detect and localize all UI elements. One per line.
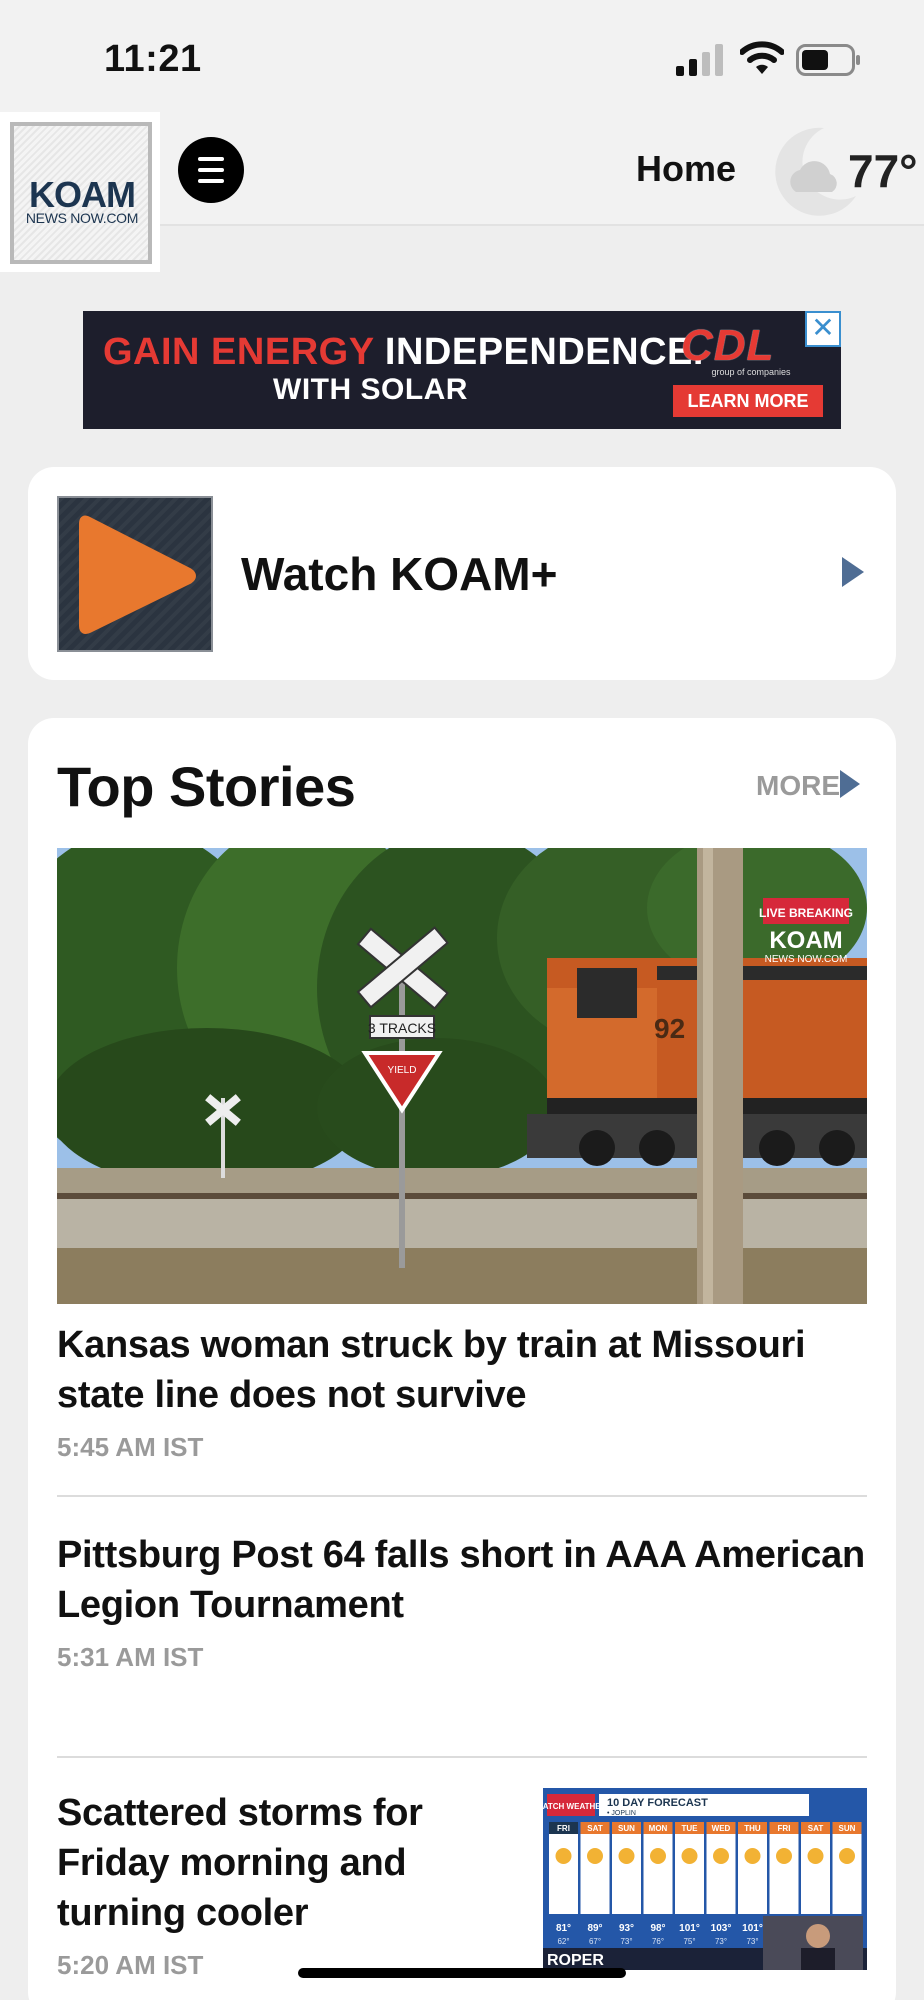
logo-subtext: NEWS NOW.COM: [25, 210, 139, 226]
forecast-day-column: [549, 1822, 578, 1914]
forecast-day-label: MON: [649, 1824, 668, 1833]
forecast-day-label: SAT: [808, 1824, 824, 1833]
svg-text:WATCH WEATHER: WATCH WEATHER: [543, 1802, 607, 1811]
forecast-low: 73°: [620, 1937, 632, 1946]
weather-sun-icon: [713, 1848, 729, 1864]
ad-brand-sub: group of companies: [711, 367, 791, 377]
story-image-forecast[interactable]: WATCH WEATHER 10 DAY FORECAST • JOPLIN F…: [543, 1788, 867, 1970]
forecast-high: 101°: [679, 1923, 700, 1934]
ad-learn-more-button[interactable]: LEARN MORE: [673, 385, 823, 417]
forecast-day-label: SUN: [618, 1824, 635, 1833]
watch-title: Watch KOAM+: [241, 548, 558, 600]
status-time: 11:21: [104, 38, 202, 80]
weather-sun-icon: [555, 1848, 572, 1864]
story-headline[interactable]: Scattered storms for Friday morning and …: [57, 1788, 497, 1938]
forecast-day-column: [832, 1822, 862, 1914]
ad-headline-white: INDEPENDENCE.: [384, 331, 704, 373]
forecast-day-label: FRI: [778, 1824, 791, 1833]
weather-sun-icon: [681, 1848, 698, 1864]
temperature: 77°: [848, 145, 918, 197]
weather-sun-icon: [807, 1848, 824, 1864]
ad-headline-red: GAIN ENERGY: [103, 331, 374, 373]
forecast-low: 73°: [715, 1937, 727, 1946]
forecast-day-label: WED: [712, 1824, 731, 1833]
ad-banner[interactable]: GAIN ENERGY INDEPENDENCE. WITH SOLAR CDL…: [83, 311, 841, 429]
svg-text:• JOPLIN: • JOPLIN: [607, 1810, 636, 1817]
svg-text:YIELD: YIELD: [388, 1065, 417, 1076]
top-stories-section: Top Stories MORE 92 3 TRACKS YIELD LIVE …: [28, 718, 896, 2000]
watch-koam-card[interactable]: Watch KOAM+: [28, 467, 896, 680]
ad-subline: WITH SOLAR: [273, 373, 468, 406]
svg-text:NEWS NOW.COM: NEWS NOW.COM: [765, 954, 848, 965]
wifi-icon: [740, 41, 784, 74]
forecast-day-column: [769, 1822, 799, 1914]
home-indicator[interactable]: [298, 1968, 626, 1978]
svg-text:3 TRACKS: 3 TRACKS: [368, 1020, 436, 1036]
forecast-low: 75°: [683, 1937, 695, 1946]
forecast-low: 73°: [746, 1937, 758, 1946]
forecast-high: 81°: [556, 1923, 571, 1934]
forecast-day-label: TUE: [682, 1824, 699, 1833]
forecast-day-column: [675, 1822, 704, 1914]
forecast-high: 101°: [742, 1923, 763, 1934]
forecast-low: 62°: [557, 1937, 569, 1946]
forecast-low: 76°: [652, 1937, 664, 1946]
chevron-right-icon[interactable]: [840, 770, 860, 798]
home-label[interactable]: Home: [620, 148, 736, 190]
forecast-day-label: SAT: [587, 1824, 603, 1833]
hamburger-icon: [198, 157, 224, 161]
forecast-low: 67°: [589, 1937, 601, 1946]
section-title: Top Stories: [57, 755, 356, 818]
story-time: 5:31 AM IST: [57, 1642, 204, 1672]
story-image-railroad-crossing[interactable]: 92 3 TRACKS YIELD LIVE BREAKING KOAM NEW…: [57, 848, 867, 1304]
forecast-day-column: [643, 1822, 673, 1914]
forecast-day-column: [738, 1822, 767, 1914]
watch-thumbnail: [57, 496, 213, 652]
koam-logo[interactable]: KOAM NEWS NOW.COM: [0, 112, 160, 272]
ad-brand-logo: CDL: [681, 321, 775, 370]
chevron-right-icon: [842, 557, 864, 587]
forecast-day-column: [580, 1822, 610, 1914]
weather-sun-icon: [650, 1848, 666, 1864]
ad-close-icon[interactable]: ✕: [805, 311, 841, 347]
divider: [57, 1756, 867, 1758]
story-time: 5:20 AM IST: [57, 1950, 204, 1980]
weather-sun-icon: [776, 1848, 792, 1864]
svg-text:10 DAY FORECAST: 10 DAY FORECAST: [607, 1797, 708, 1809]
forecast-day-label: THU: [744, 1824, 761, 1833]
weather-sun-icon: [744, 1848, 761, 1864]
forecast-high: 89°: [587, 1923, 602, 1934]
weather-sun-icon: [839, 1848, 855, 1864]
cellular-signal-icon: [676, 44, 723, 76]
status-bar: 11:21: [0, 0, 924, 120]
svg-text:92: 92: [654, 1013, 685, 1044]
forecast-day-column: [706, 1822, 736, 1914]
svg-text:LIVE BREAKING: LIVE BREAKING: [759, 906, 853, 920]
divider: [57, 1495, 867, 1497]
forecast-day-label: SUN: [839, 1824, 856, 1833]
forecast-high: 93°: [619, 1923, 634, 1934]
more-link[interactable]: MORE: [756, 770, 840, 802]
svg-text:ROPER: ROPER: [547, 1952, 604, 1969]
battery-icon: [796, 44, 860, 76]
weather-sun-icon: [587, 1848, 603, 1864]
forecast-high: 98°: [650, 1923, 665, 1934]
weather-sun-icon: [618, 1848, 635, 1864]
menu-button[interactable]: [178, 137, 244, 203]
svg-text:KOAM: KOAM: [769, 927, 842, 954]
forecast-day-label: FRI: [557, 1824, 570, 1833]
forecast-day-column: [612, 1822, 641, 1914]
forecast-high: 103°: [711, 1923, 732, 1934]
story-headline[interactable]: Pittsburg Post 64 falls short in AAA Ame…: [57, 1530, 867, 1630]
story-headline[interactable]: Kansas woman struck by train at Missouri…: [57, 1320, 867, 1420]
story-time: 5:45 AM IST: [57, 1432, 204, 1462]
forecast-day-column: [801, 1822, 830, 1914]
play-icon: [79, 515, 196, 634]
